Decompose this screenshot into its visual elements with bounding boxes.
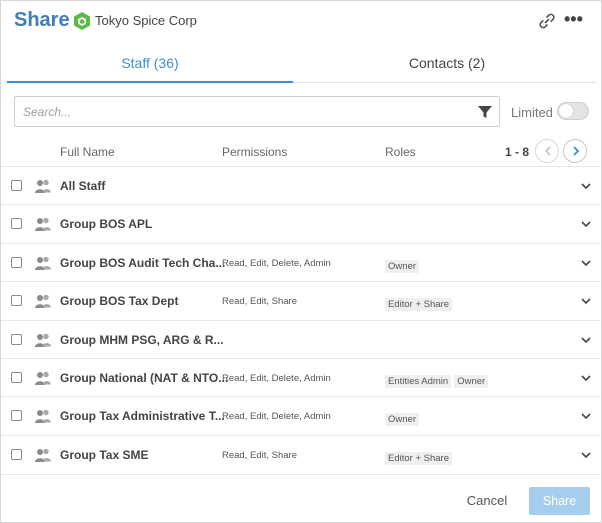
row-checkbox[interactable] xyxy=(11,448,22,460)
column-header-roles: Roles xyxy=(385,145,416,159)
row-checkbox[interactable] xyxy=(11,256,22,268)
row-checkbox[interactable] xyxy=(11,218,22,230)
more-icon[interactable]: ••• xyxy=(564,10,586,30)
group-icon xyxy=(35,256,51,270)
chevron-down-icon[interactable] xyxy=(580,335,592,345)
group-roles: Editor + Share xyxy=(385,294,455,312)
group-icon xyxy=(35,179,51,193)
cancel-button[interactable]: Cancel xyxy=(457,487,517,515)
dialog-title: Share xyxy=(14,9,70,31)
tab-bar: Staff (36) Contacts (2) xyxy=(7,45,597,83)
role-badge: Editor + Share xyxy=(385,451,452,465)
group-permissions: Read, Edit, Share xyxy=(222,296,297,308)
group-roles: Owner xyxy=(385,409,422,427)
search-input[interactable] xyxy=(23,103,463,121)
group-name: Group National (NAT & NTO... xyxy=(60,371,229,385)
role-badge: Owner xyxy=(385,259,419,273)
pager-range: 1 - 8 xyxy=(505,145,530,159)
search-box xyxy=(14,96,500,127)
hexagon-icon xyxy=(74,12,90,30)
role-badge: Owner xyxy=(385,413,419,427)
column-header-name: Full Name xyxy=(60,145,115,159)
filter-icon[interactable] xyxy=(477,104,493,120)
link-icon[interactable] xyxy=(536,11,558,31)
table-row[interactable]: All Staff xyxy=(1,166,601,204)
row-checkbox[interactable] xyxy=(11,333,22,345)
table-row[interactable]: Group BOS Audit Tech Cha... Read, Edit, D… xyxy=(1,242,601,281)
chevron-right-icon xyxy=(573,146,580,156)
row-checkbox[interactable] xyxy=(11,372,22,383)
group-name: Group BOS Tax Dept xyxy=(60,294,179,309)
group-icon xyxy=(35,448,51,462)
row-checkbox[interactable] xyxy=(11,410,22,422)
group-name: All Staff xyxy=(60,179,106,193)
chevron-down-icon[interactable] xyxy=(580,181,592,191)
chevron-down-icon[interactable] xyxy=(580,411,592,421)
chevron-down-icon[interactable] xyxy=(580,258,592,268)
chevron-left-icon xyxy=(544,146,551,156)
table-row[interactable]: Group BOS APL xyxy=(1,204,601,242)
group-permissions: Read, Edit, Delete, Admin xyxy=(222,257,331,269)
limited-toggle[interactable] xyxy=(557,102,589,120)
group-permissions: Read, Edit, Share xyxy=(222,449,297,461)
group-name: Group MHM PSG, ARG & R... xyxy=(60,332,224,347)
toggle-knob xyxy=(559,104,573,118)
org-name: Tokyo Spice Corp xyxy=(95,13,197,28)
chevron-down-icon[interactable] xyxy=(580,296,592,306)
table-row[interactable]: Group National (NAT & NTO... Read, Edit, … xyxy=(1,358,601,396)
group-icon xyxy=(35,371,51,385)
group-icon xyxy=(35,333,51,347)
footer-divider xyxy=(1,474,601,475)
group-name: Group Tax SME xyxy=(60,447,149,462)
role-badge: Owner xyxy=(454,375,489,388)
row-checkbox[interactable] xyxy=(11,295,22,307)
dialog-header: Share Tokyo Spice Corp ••• xyxy=(1,1,601,41)
chevron-down-icon[interactable] xyxy=(580,219,592,229)
limited-label: Limited xyxy=(511,105,553,120)
group-name: Group BOS APL xyxy=(60,217,153,232)
group-permissions: Read, Edit, Delete, Admin xyxy=(222,373,331,384)
pager-prev-button[interactable] xyxy=(535,139,559,163)
group-icon xyxy=(35,218,51,232)
group-icon xyxy=(35,294,51,309)
table-row[interactable]: Group Tax Administrative T... Read, Edit,… xyxy=(1,396,601,434)
chevron-down-icon[interactable] xyxy=(580,373,592,383)
column-header-permissions: Permissions xyxy=(222,145,288,159)
table-row[interactable]: Group Tax SME Read, Edit, Share Editor + S… xyxy=(1,434,601,473)
group-name: Group BOS Audit Tech Cha... xyxy=(60,255,226,270)
table-row[interactable]: Group MHM PSG, ARG & R... xyxy=(1,319,601,358)
role-badge: Editor + Share xyxy=(385,298,452,312)
group-roles: Entities Admin Owner xyxy=(385,371,491,388)
pager-next-button[interactable] xyxy=(563,139,587,163)
row-checkbox[interactable] xyxy=(11,180,22,191)
group-roles: Editor + Share xyxy=(385,448,455,465)
group-permissions: Read, Edit, Delete, Admin xyxy=(222,411,331,423)
table-row[interactable]: Group BOS Tax Dept Read, Edit, Share Edito… xyxy=(1,281,601,319)
group-roles: Owner xyxy=(385,256,422,273)
tab-contacts[interactable]: Contacts (2) xyxy=(297,45,597,83)
group-icon xyxy=(35,410,51,424)
role-badge: Entities Admin xyxy=(385,375,452,388)
group-name: Group Tax Administrative T... xyxy=(60,409,225,424)
tab-staff[interactable]: Staff (36) xyxy=(7,45,293,83)
share-button[interactable]: Share xyxy=(529,487,590,515)
share-dialog: Share Tokyo Spice Corp ••• Staff (36) Co… xyxy=(0,0,602,523)
chevron-down-icon[interactable] xyxy=(580,450,592,460)
